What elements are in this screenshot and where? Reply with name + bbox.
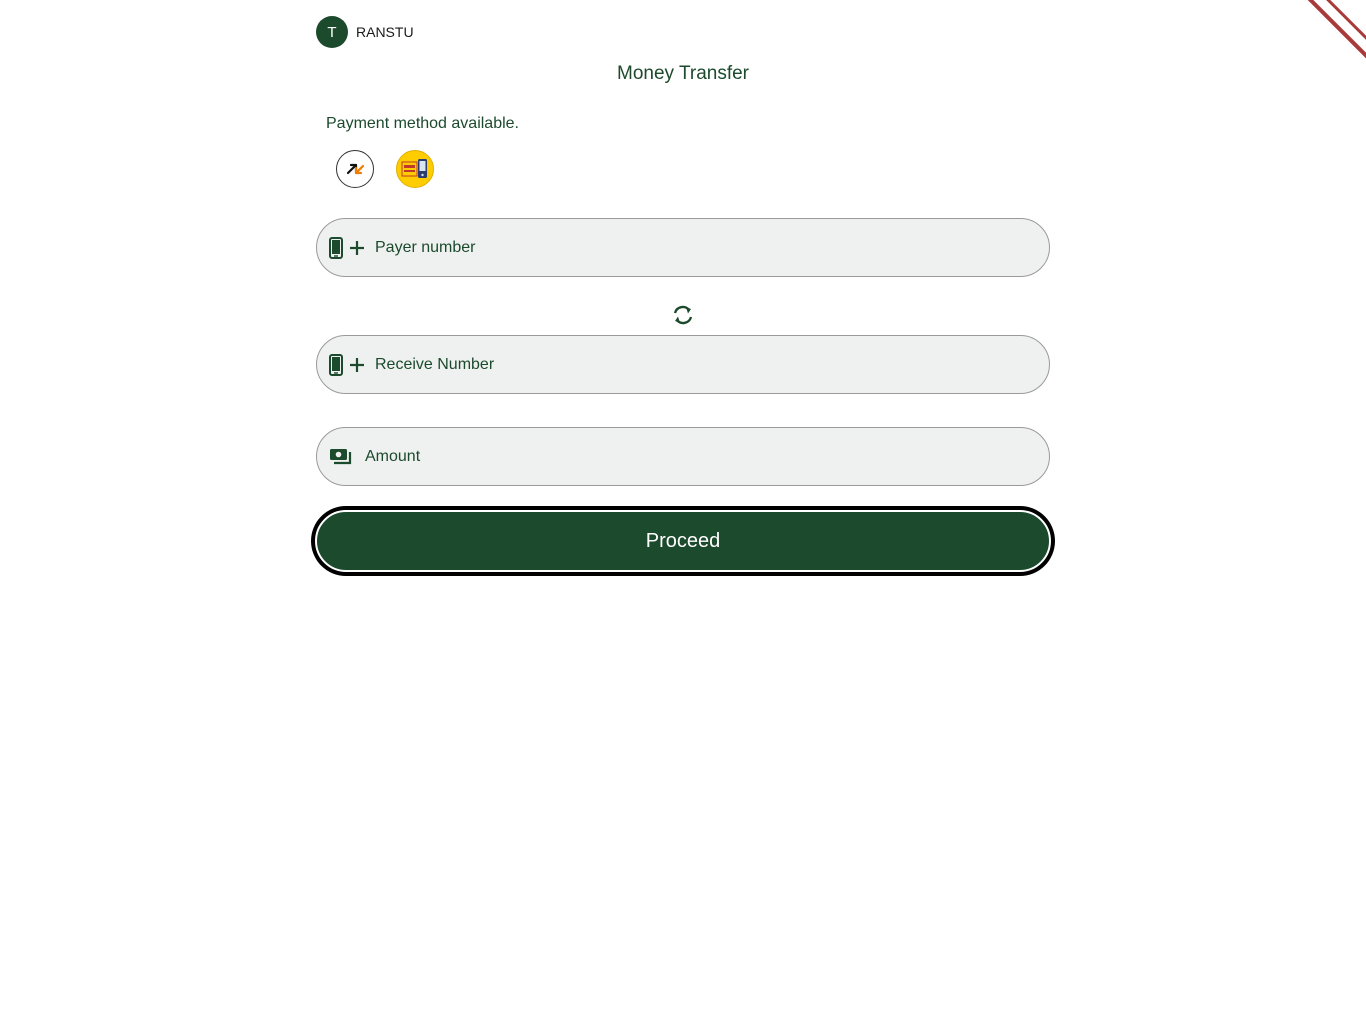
money-icon	[329, 448, 353, 466]
receive-number-placeholder: Receive Number	[375, 355, 495, 373]
payment-methods	[336, 150, 456, 188]
user-header: T RANSTU	[316, 16, 414, 48]
amount-placeholder: Amount	[365, 447, 421, 465]
page: T RANSTU Money Transfer Payment method a…	[0, 0, 1366, 1024]
plus-icon	[349, 357, 365, 373]
proceed-button-focus-ring: Proceed	[311, 506, 1055, 576]
payer-number-field[interactable]: Payer number	[316, 218, 1050, 277]
avatar[interactable]: T	[316, 16, 348, 48]
phone-icon	[329, 353, 343, 376]
receive-number-field[interactable]: Receive Number	[316, 335, 1050, 394]
debug-banner	[1296, 0, 1366, 60]
page-title: Money Transfer	[617, 63, 749, 84]
payment-method-label: Payment method available.	[326, 115, 519, 132]
amount-field[interactable]: Amount	[316, 427, 1050, 486]
payer-number-placeholder: Payer number	[375, 238, 476, 256]
username: RANSTU	[356, 24, 414, 40]
mtn-mobile-money-icon[interactable]	[396, 150, 434, 188]
swap-icon[interactable]	[671, 304, 695, 326]
proceed-button[interactable]: Proceed	[315, 510, 1051, 572]
plus-icon	[349, 240, 365, 256]
phone-icon	[329, 236, 343, 259]
airtel-money-icon[interactable]	[336, 150, 374, 188]
